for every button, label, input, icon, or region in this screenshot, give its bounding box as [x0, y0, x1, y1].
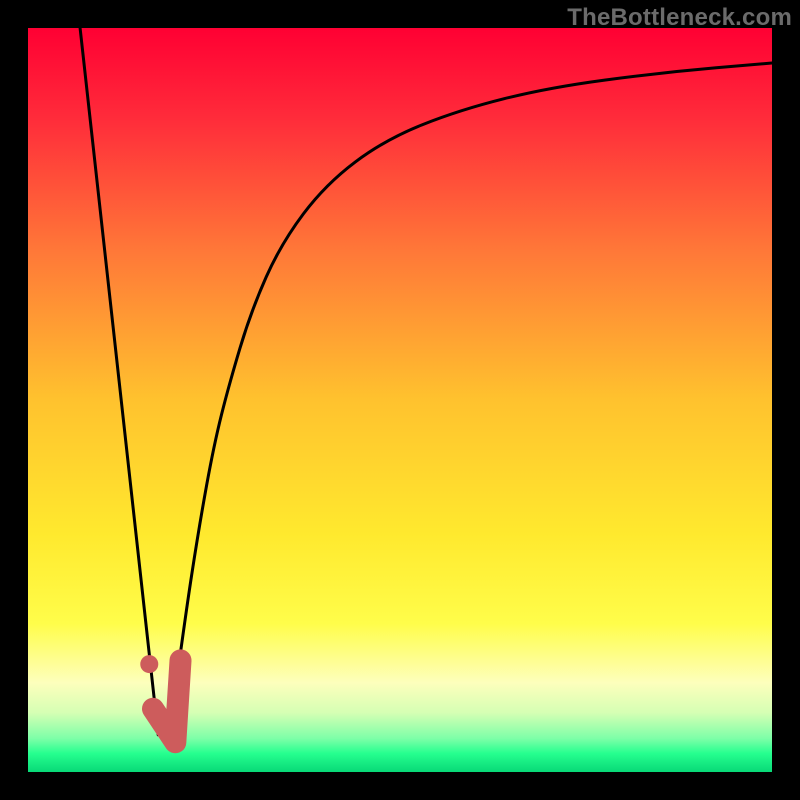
curves-layer — [28, 28, 772, 772]
plot-area — [28, 28, 772, 772]
marker-dot — [140, 655, 158, 673]
series-right-curve — [169, 63, 772, 735]
series-left-line — [80, 28, 158, 735]
marker-stroke — [153, 660, 181, 742]
chart-frame: TheBottleneck.com — [0, 0, 800, 800]
watermark-text: TheBottleneck.com — [567, 4, 792, 32]
